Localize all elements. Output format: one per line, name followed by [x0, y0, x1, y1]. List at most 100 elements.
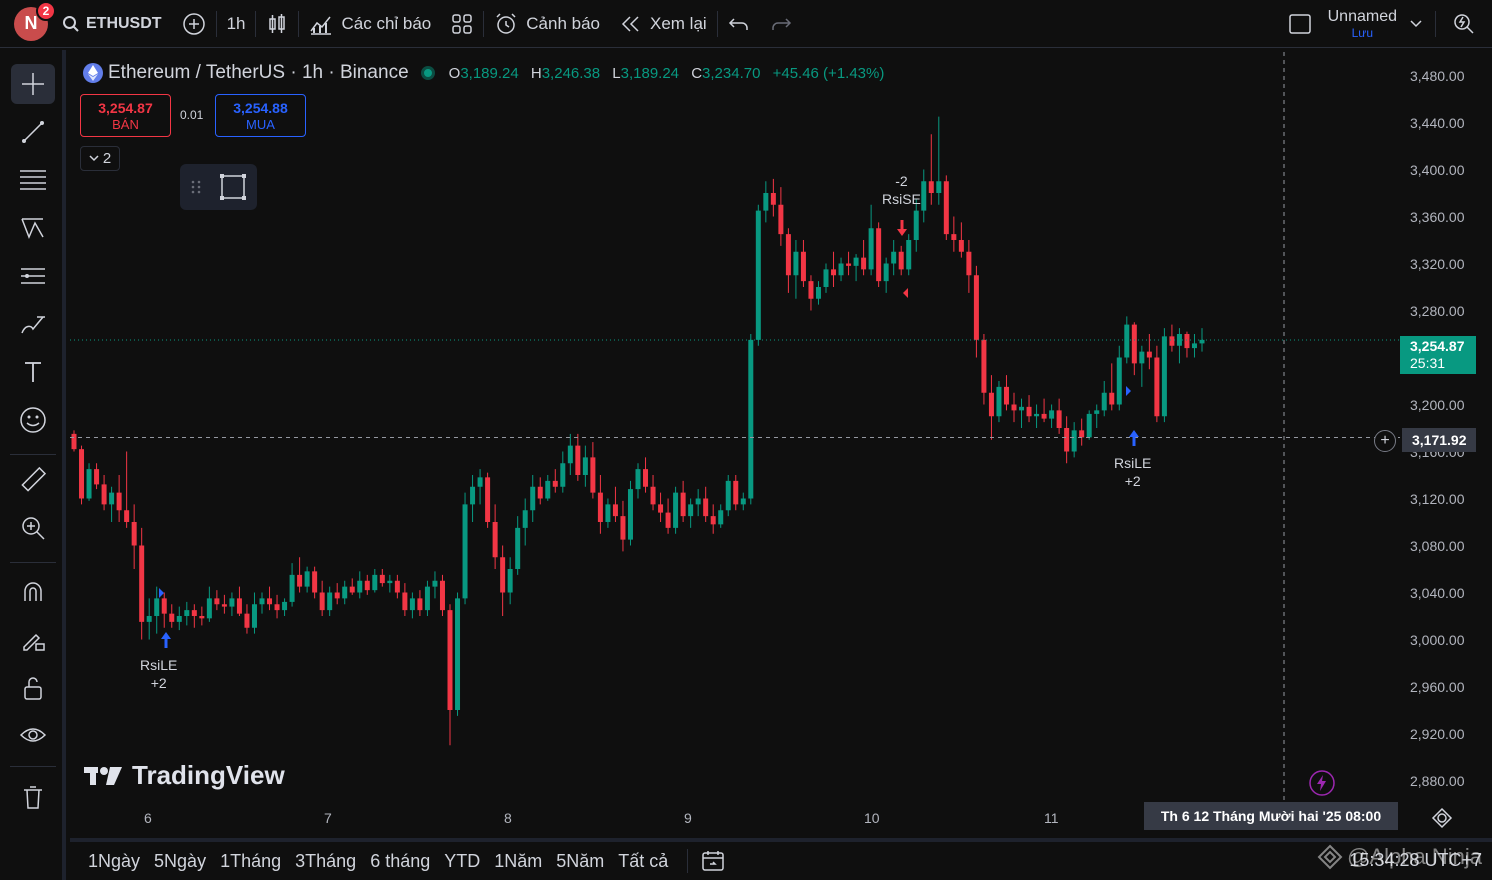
candle-body	[966, 251, 972, 276]
candle-body	[823, 269, 829, 287]
series-title[interactable]: Ethereum / TetherUS · 1h · Binance	[108, 62, 409, 84]
magnet-button[interactable]	[11, 572, 55, 612]
toolbar-divider	[10, 766, 56, 767]
chart-pane[interactable]: Ethereum / TetherUS · 1h · Binance O3,18…	[70, 52, 1492, 836]
indicators-collapse-button[interactable]: 2	[80, 146, 120, 171]
candle-body	[379, 574, 385, 584]
candle-body	[1026, 406, 1032, 417]
alarm-clock-icon	[496, 12, 516, 34]
alerts-button[interactable]: Cảnh báo	[484, 0, 610, 48]
buy-label: MUA	[246, 117, 275, 132]
range-button-8[interactable]: Tất cả	[611, 851, 675, 872]
symbol-search-button[interactable]: ETHUSDT	[62, 0, 172, 48]
range-button-2[interactable]: 1Tháng	[213, 851, 288, 872]
spread-value: 0.01	[180, 108, 204, 122]
candle-body	[928, 181, 934, 193]
range-button-6[interactable]: 1Năm	[487, 851, 549, 872]
candle-body	[1131, 324, 1137, 364]
layout-select-checkbox[interactable]	[1278, 0, 1322, 48]
magnet-icon	[24, 582, 42, 601]
compare-add-button[interactable]	[172, 0, 216, 48]
candle-body	[139, 545, 145, 622]
candle-body	[297, 574, 303, 587]
indicators-button[interactable]: Các chỉ báo	[299, 0, 441, 48]
trend-line-tool-button[interactable]	[11, 112, 55, 152]
search-icon	[63, 15, 79, 32]
hide-drawings-button[interactable]	[11, 716, 55, 756]
price-tick-label: 2,920.00	[1410, 725, 1465, 742]
candle-body	[815, 287, 821, 299]
candle-body	[733, 480, 739, 505]
candle-body	[184, 610, 190, 616]
redo-button[interactable]	[760, 0, 802, 48]
quick-search-button[interactable]	[1436, 0, 1492, 48]
candle-body	[755, 210, 761, 340]
brush-tool-button[interactable]	[11, 304, 55, 344]
symbol-label: ETHUSDT	[86, 14, 162, 32]
user-avatar[interactable]: N 2	[14, 0, 56, 41]
select-rect-icon[interactable]	[218, 172, 248, 202]
sell-price: 3,254.87	[98, 100, 153, 116]
candle-body	[898, 251, 904, 270]
candle-body	[409, 598, 415, 611]
range-button-5[interactable]: YTD	[437, 851, 487, 872]
delete-drawings-button[interactable]	[11, 778, 55, 818]
add-alert-plus-button[interactable]: +	[1374, 430, 1396, 452]
candle-body	[673, 492, 679, 528]
replay-button[interactable]: Xem lại	[610, 0, 717, 48]
text-tool-button[interactable]	[11, 352, 55, 392]
axis-settings-gear-icon[interactable]	[1431, 807, 1453, 829]
chart-type-button[interactable]	[256, 0, 298, 48]
lightning-icon[interactable]	[1308, 769, 1336, 797]
pencil-lock-icon	[23, 633, 45, 651]
lock-drawings-button[interactable]	[11, 668, 55, 708]
square-icon	[1288, 13, 1311, 34]
goto-date-icon[interactable]	[700, 849, 726, 873]
candle-body	[612, 504, 618, 517]
forecast-tool-button[interactable]	[11, 256, 55, 296]
drawing-mode-button[interactable]	[11, 620, 55, 660]
signal-arrow-long-1	[161, 632, 171, 648]
price-tick-label: 2,960.00	[1410, 678, 1465, 695]
drag-handle-icon[interactable]	[186, 177, 206, 197]
candle-body	[1086, 413, 1092, 438]
undo-button[interactable]	[718, 0, 760, 48]
date-range-buttons: 1Ngày 5Ngày 1Tháng 3Tháng 6 tháng YTD 1Năm 5Năm…	[70, 851, 675, 872]
candle-body	[1019, 406, 1025, 411]
candle-body	[643, 469, 649, 487]
range-button-0[interactable]: 1Ngày	[81, 851, 147, 872]
candle-body	[372, 574, 378, 591]
candle-body	[334, 592, 340, 599]
candle-body	[883, 263, 889, 282]
range-button-1[interactable]: 5Ngày	[147, 851, 213, 872]
sell-button[interactable]: 3,254.87 BÁN	[80, 94, 171, 137]
templates-button[interactable]	[441, 0, 483, 48]
candle-body	[357, 580, 363, 593]
fib-tool-button[interactable]	[11, 160, 55, 200]
interval-button[interactable]: 1h	[217, 0, 256, 48]
buy-button[interactable]: 3,254.88 MUA	[215, 94, 306, 137]
candle-body	[748, 339, 754, 499]
range-button-7[interactable]: 5Năm	[549, 851, 611, 872]
series-legend: Ethereum / TetherUS · 1h · Binance O3,18…	[82, 62, 892, 84]
candle-body	[259, 598, 265, 605]
candle-body	[718, 510, 724, 525]
candle-body	[831, 269, 837, 276]
text-icon	[25, 362, 41, 382]
last-price: 3,254.87	[1410, 338, 1465, 354]
crosshair-tool-button[interactable]	[11, 64, 55, 104]
candle-body	[1124, 324, 1130, 358]
ruler-tool-button[interactable]	[11, 460, 55, 500]
candle-body	[846, 263, 852, 266]
layout-name-button[interactable]: Unnamed Lưu	[1322, 0, 1403, 48]
candle-body	[658, 504, 664, 513]
zoom-tool-button[interactable]	[11, 508, 55, 548]
layout-menu-button[interactable]	[1403, 0, 1435, 48]
pattern-tool-button[interactable]	[11, 208, 55, 248]
candle-body	[988, 392, 994, 417]
price-chart[interactable]	[70, 52, 1492, 836]
range-button-4[interactable]: 6 tháng	[363, 851, 437, 872]
emoji-tool-button[interactable]	[11, 400, 55, 440]
range-button-3[interactable]: 3Tháng	[288, 851, 363, 872]
corner-watermark: @Alpha Ninja	[1317, 844, 1482, 870]
